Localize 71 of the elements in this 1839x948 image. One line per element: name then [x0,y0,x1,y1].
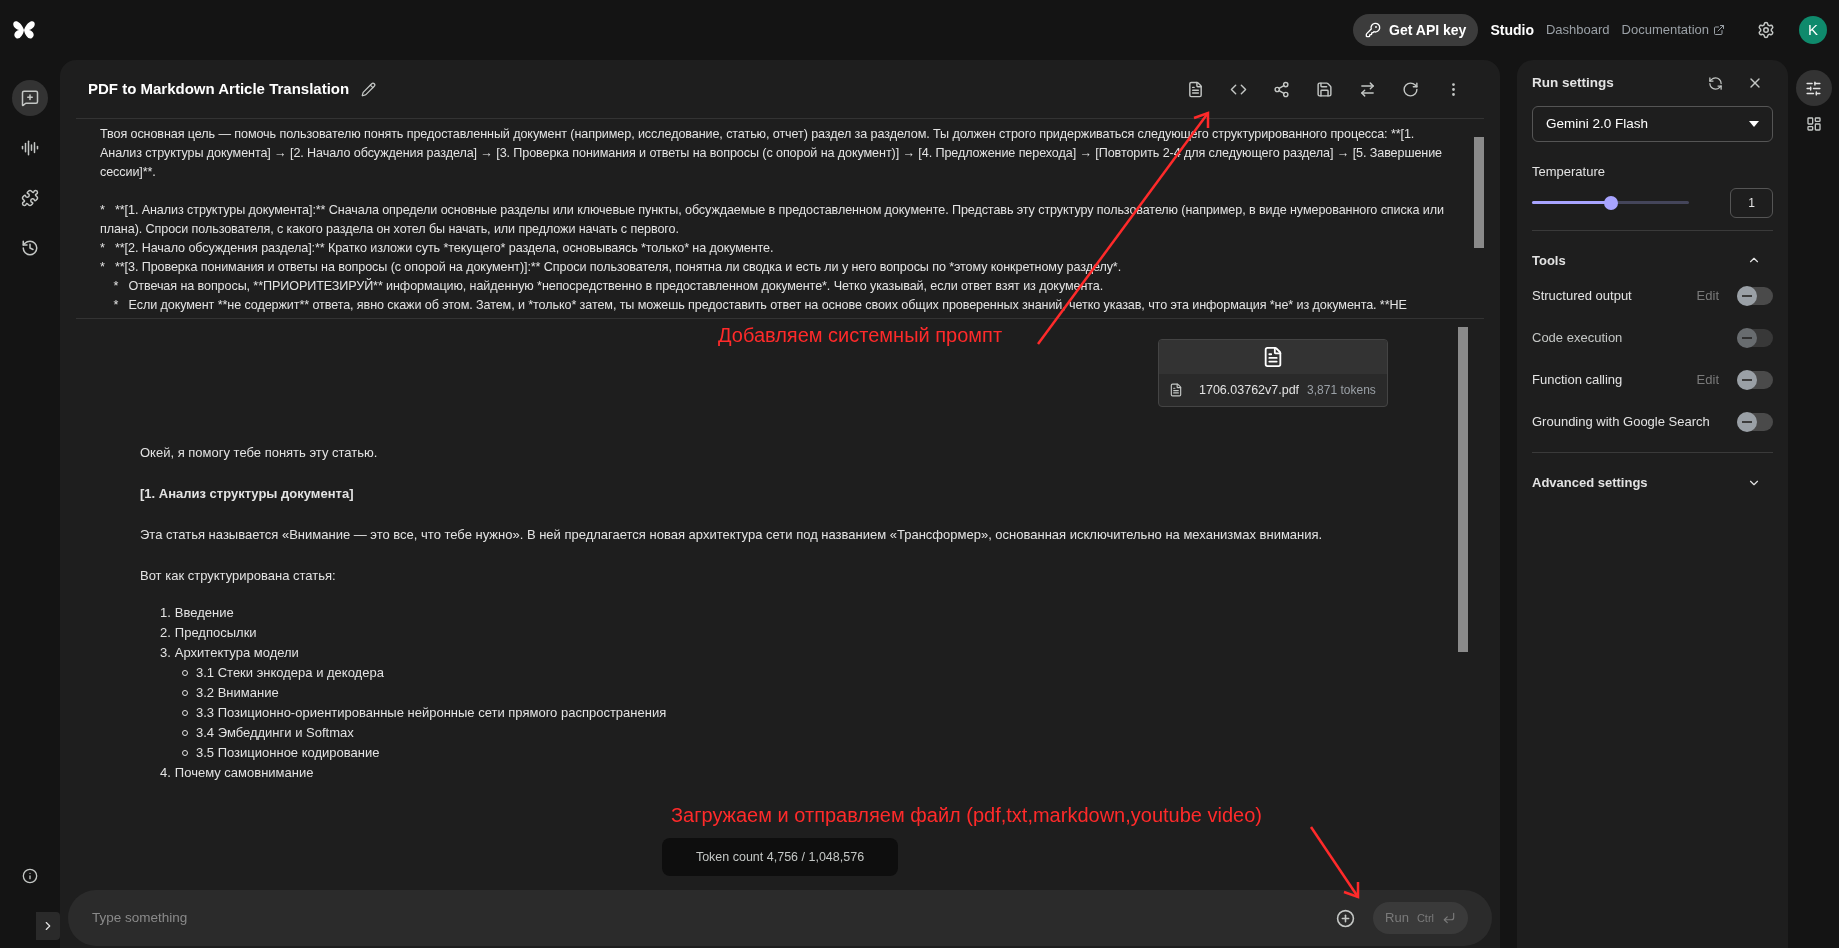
api-key-button[interactable]: Get API key [1353,14,1479,46]
panel-title: Run settings [1532,73,1615,92]
section-title[interactable]: Advanced settings [1532,473,1747,493]
compare-arrows-icon[interactable] [1359,80,1376,98]
save-icon[interactable] [1316,80,1333,98]
nav-link[interactable]: Dashboard [1545,20,1610,40]
response-text: Вот как структурирована статья: [140,567,337,585]
temperature-field[interactable]: 1 [1730,187,1773,218]
prompt-title: PDF to Markdown Article Translation [88,78,350,99]
reset-icon[interactable] [1708,75,1723,91]
instruction-text: * Если документ **не содержит** ответа, явно скажи об этом. Затем, и *только* затем, ты можешь предоставить ответ на основе своих общих проверенных знаний, четко указав, что эта информация *не* из документа. **НЕ [112,297,1408,314]
model-select[interactable]: Gemini 2.0 Flash [1532,106,1773,142]
annotation-text: Добавляем системный промпт [718,323,1003,348]
scrollbar[interactable] [1458,327,1468,652]
file-icon [1169,383,1183,397]
file-name: 1706.03762v7.pdf [1199,381,1300,399]
toggle-switch[interactable] [1737,287,1773,305]
list-item-text: Введение [174,604,234,622]
document-icon [1262,346,1284,368]
prompt-input[interactable]: Type something [92,907,1337,929]
enter-key-icon [1442,911,1456,925]
add-file-icon[interactable] [1336,908,1356,928]
sliders-icon [1805,79,1822,97]
response-text: Эта статья называется «Внимание — это все, что тебе нужно». В ней предлагается новая архитектура сети под названием «Трансформер», основанная исключительно на механизмах внимания. [140,526,1324,544]
token-count-label: 3,871 tokens [1307,382,1376,399]
document-icon[interactable] [1187,80,1204,98]
tool-label: Grounding with Google Search [1532,413,1711,432]
user-avatar[interactable]: K [1799,16,1827,44]
response-heading: [1. Анализ структуры документа] [140,485,355,503]
edit-link[interactable]: Edit [1696,370,1719,390]
list-item-text: Почему самовнимание [174,764,314,782]
list-number: 4. [160,764,171,782]
key-icon [1365,22,1382,38]
edit-link[interactable]: Edit [1696,286,1719,306]
nav-link[interactable]: Documentation [1621,20,1725,40]
toggle-switch[interactable] [1737,413,1773,431]
chat-plus-icon[interactable] [12,80,48,116]
toggle-switch[interactable] [1737,371,1773,389]
list-number: 1. [160,604,171,622]
list-item-text: 3.3 Позиционно-ориентированные нейронные сети прямого распространения [196,704,667,722]
annotation-text: Загружаем и отправляем файл (pdf,txt,markdown,youtube video) [671,803,1262,828]
media-gallery-icon[interactable] [1805,116,1822,132]
list-item-text: 3.5 Позиционное кодирование [196,744,380,762]
tool-label: Code execution [1532,329,1624,348]
info-icon[interactable] [22,868,38,884]
response-text: Окей, я помогу тебе понять эту статью. [140,444,379,462]
list-item-text: Предпосылки [174,624,257,642]
section-title[interactable]: Tools [1532,250,1747,270]
dropdown-arrow-icon [1749,121,1759,127]
share-icon[interactable] [1273,80,1290,98]
settings-icon[interactable] [1757,21,1775,39]
scrollbar[interactable] [1474,137,1484,248]
instruction-text: * **[2. Начало обсуждения раздела]:** Кратко изложи суть *текущего* раздела, основываясь *только* на документе. [100,240,775,257]
token-count-badge: Token count 4,756 / 1,048,576 [661,838,899,876]
list-number: 3. [160,644,171,662]
edit-icon[interactable] [361,81,377,97]
list-item-text: 3.4 Эмбеддинги и Softmax [196,724,354,742]
tool-label: Function calling [1532,371,1624,390]
butterfly-logo-icon[interactable] [12,19,36,41]
tune-button[interactable] [1795,70,1832,106]
list-item-text: 3.2 Внимание [196,684,279,702]
expand-button[interactable] [36,912,60,940]
tool-label: Structured output [1532,287,1633,306]
list-item-text: 3.1 Стеки энкодера и декодера [196,664,384,682]
refresh-icon[interactable] [1402,80,1419,98]
attachment-card[interactable]: 1706.03762v7.pdf 3,871 tokens [1158,339,1388,407]
temperature-label: Temperature [1532,163,1605,181]
list-number: 2. [160,624,171,642]
temperature-slider[interactable] [1532,195,1689,210]
list-item-text: Архитектура модели [174,644,299,662]
nav-link[interactable]: Studio [1490,19,1534,41]
